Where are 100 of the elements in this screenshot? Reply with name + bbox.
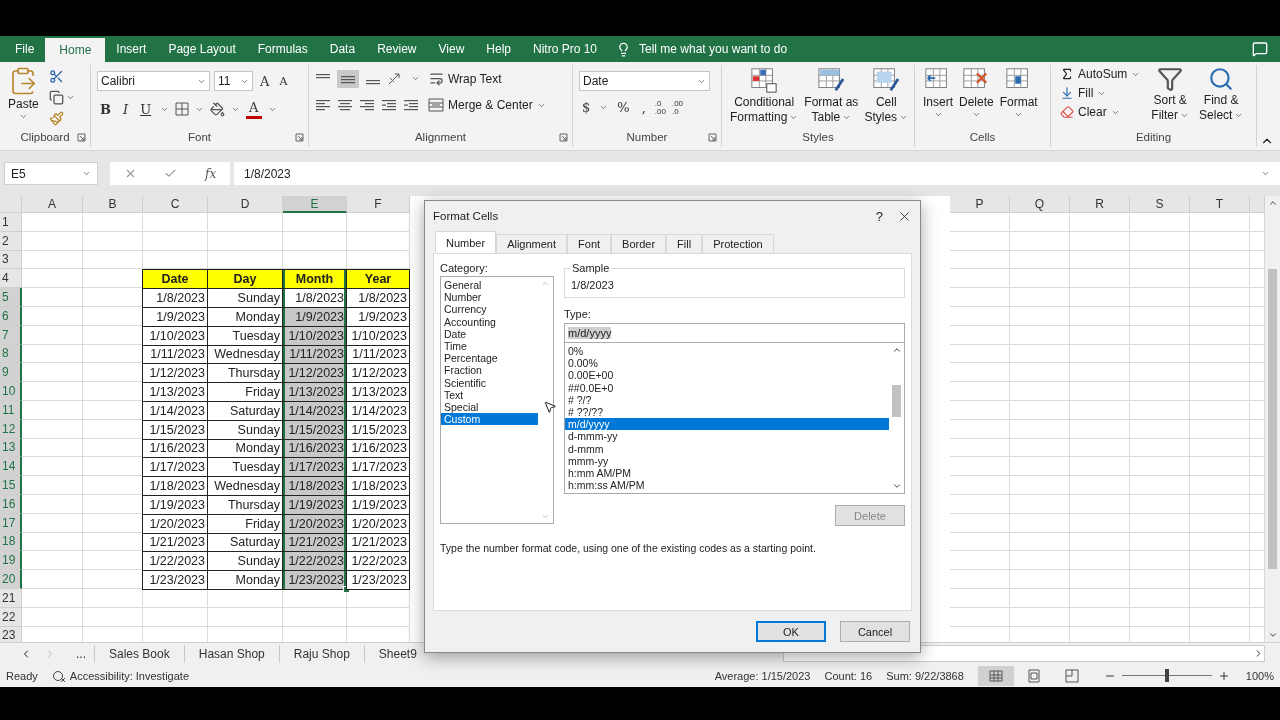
decrease-decimal-button[interactable]: .00 .0 [671, 99, 684, 116]
comma-button[interactable]: , [638, 99, 649, 116]
category-item[interactable]: Accounting [441, 315, 538, 328]
cell-styles-button[interactable]: Cell Styles [862, 65, 911, 125]
sort-filter-button[interactable]: Sort & Filter [1149, 65, 1192, 123]
category-item[interactable]: Time [441, 339, 538, 353]
column-header[interactable]: Q [1010, 196, 1070, 213]
sheet-tab[interactable]: Hasan Shop [183, 644, 279, 663]
conditional-formatting-button[interactable]: Conditional Formatting [728, 65, 801, 125]
type-item[interactable]: d-mmm [565, 442, 889, 455]
ribbon-tab[interactable]: Insert [105, 36, 158, 62]
type-field[interactable]: m/d/yyyy [564, 323, 905, 343]
format-button[interactable]: Format [997, 65, 1040, 120]
zoom-level[interactable]: 100% [1245, 669, 1274, 682]
shrink-font-button[interactable]: A [276, 73, 291, 89]
cancel-button[interactable]: Cancel [840, 621, 910, 642]
column-header[interactable]: R [1070, 196, 1130, 213]
increase-decimal-button[interactable]: .0 .00 [654, 99, 666, 116]
type-item[interactable]: d-mmm-yy [565, 430, 889, 443]
row-header[interactable]: 20 [0, 570, 22, 589]
ribbon-tab[interactable]: Formulas [246, 36, 319, 62]
type-item[interactable]: # ?/? [565, 393, 889, 406]
type-item[interactable]: m/d/yyyy [565, 418, 889, 431]
column-header[interactable]: P [950, 196, 1010, 213]
dialog-tab[interactable]: Number [435, 231, 497, 253]
sheet-tab[interactable]: Sales Book [94, 644, 184, 663]
type-item[interactable]: 0% [565, 345, 889, 358]
font-color-button[interactable]: A [246, 99, 262, 119]
ribbon-tab[interactable]: Page Layout [157, 36, 247, 62]
fill-button[interactable]: Fill [1057, 84, 1144, 102]
type-item[interactable]: h:mm:ss AM/PM [565, 479, 889, 492]
column-header[interactable]: C [143, 196, 208, 213]
column-header[interactable]: A [22, 196, 83, 213]
sheet-tab[interactable]: Raju Shop [278, 644, 364, 663]
category-item[interactable]: General [441, 279, 538, 292]
ribbon-tab[interactable]: View [427, 36, 476, 62]
autosum-button[interactable]: AutoSum [1057, 65, 1144, 83]
tell-me-field[interactable]: Tell me what you want to do [639, 42, 788, 56]
dialog-tab[interactable]: Font [567, 234, 612, 253]
ok-button[interactable]: OK [756, 621, 826, 642]
more-sheets-button[interactable]: ... [68, 644, 94, 663]
type-item[interactable]: 0.00% [565, 357, 889, 370]
type-item[interactable]: ##0.0E+0 [565, 381, 889, 394]
ribbon-tab[interactable]: Data [318, 36, 367, 62]
ribbon-tab[interactable]: Nitro Pro 10 [522, 36, 608, 62]
row-header[interactable]: 19 [0, 551, 22, 571]
formula-field[interactable]: 1/8/2023 [234, 162, 1280, 185]
insert-function-button[interactable]: fx [205, 166, 217, 181]
row-header[interactable]: 4 [0, 269, 22, 289]
percent-button[interactable]: % [614, 99, 633, 116]
grow-font-button[interactable]: A [257, 72, 273, 90]
row-header[interactable]: 15 [0, 476, 22, 495]
category-item[interactable]: Text [441, 388, 538, 401]
type-item[interactable]: mmm-yy [565, 454, 889, 467]
type-item[interactable]: 0.00E+00 [565, 369, 889, 382]
bold-button[interactable]: B [97, 100, 114, 118]
font-name-field[interactable]: Calibri [97, 71, 210, 91]
dialog-tab[interactable]: Protection [702, 234, 774, 253]
type-list[interactable]: 0% 0.00% 0.00E+00 ##0.0E+0 # ?/? # ??/?? m/d/yyyy d-mmm-yy d-mmm mmm-yy h:mm AM/PM h:mm:ss AM/PM [564, 343, 905, 494]
column-header[interactable]: E [283, 196, 347, 213]
row-header[interactable]: 10 [0, 382, 22, 401]
column-header[interactable]: F [347, 196, 410, 213]
paste-button[interactable]: Paste [6, 65, 41, 122]
ribbon-tab[interactable]: Home [45, 38, 106, 62]
dialog-tab[interactable]: Alignment [496, 234, 568, 253]
clear-button[interactable]: Clear [1057, 103, 1144, 121]
ribbon-tab[interactable]: Help [475, 36, 522, 62]
row-header[interactable]: 14 [0, 457, 22, 477]
name-box[interactable]: E5 [4, 162, 98, 185]
italic-button[interactable]: I [120, 100, 132, 118]
category-item[interactable]: Currency [441, 303, 538, 316]
accessibility-status[interactable]: Accessibility: Investigate [69, 669, 189, 682]
underline-button[interactable]: U [137, 100, 155, 118]
row-header[interactable]: 5 [0, 288, 22, 307]
font-size-field[interactable]: 11 [214, 71, 253, 91]
column-header[interactable]: D [208, 196, 283, 213]
category-list[interactable]: General Number Currency Accounting Date Time Percentage Fraction Scientific Text Special Custom [440, 276, 554, 524]
find-select-button[interactable]: Find & Select [1197, 65, 1246, 123]
help-button[interactable]: ? [875, 208, 883, 224]
dialog-tab[interactable]: Border [611, 234, 667, 253]
row-header[interactable]: 9 [0, 363, 22, 383]
merge-center-button[interactable]: Merge & Center [425, 96, 549, 114]
insert-button[interactable]: Insert [921, 65, 955, 120]
type-item[interactable]: # ??/?? [565, 405, 889, 419]
number-format-field[interactable]: Date [579, 71, 710, 91]
currency-button[interactable]: $ [579, 99, 594, 116]
category-item[interactable]: Custom [441, 413, 538, 426]
column-header[interactable]: S [1130, 196, 1190, 213]
delete-button[interactable]: Delete [957, 65, 996, 120]
row-header[interactable]: 1 [0, 213, 22, 232]
column-header[interactable]: T [1190, 196, 1250, 213]
type-item[interactable]: h:mm AM/PM [565, 466, 889, 480]
format-as-table-button[interactable]: Format as Table [802, 65, 861, 125]
ribbon-tab[interactable]: Review [366, 36, 428, 62]
category-item[interactable]: Special [441, 400, 538, 414]
column-header[interactable]: B [83, 196, 143, 213]
category-item[interactable]: Percentage [441, 352, 538, 365]
dialog-tab[interactable]: Fill [666, 234, 703, 253]
ribbon-tab[interactable]: File [4, 36, 46, 62]
category-item[interactable]: Date [441, 327, 538, 340]
